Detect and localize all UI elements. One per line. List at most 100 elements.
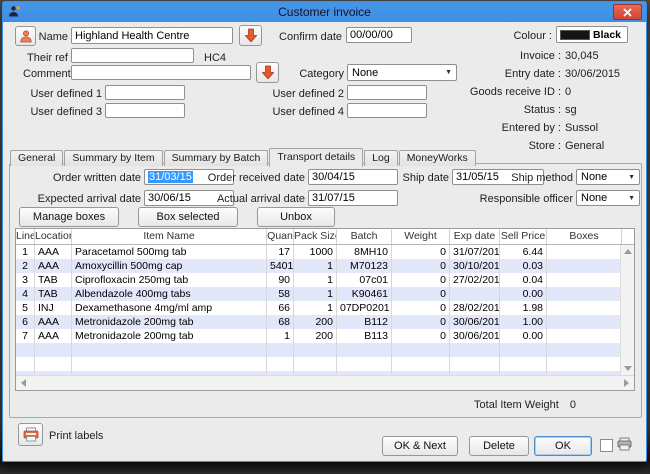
table-row[interactable]: 1AAAParacetamol 500mg tab1710008MH10031/… xyxy=(16,245,634,259)
scroll-down-icon[interactable] xyxy=(624,366,632,371)
ok-next-button[interactable]: OK & Next xyxy=(382,436,458,456)
table-cell: 30/06/2012 xyxy=(450,315,500,329)
table-cell: TAB xyxy=(35,287,72,301)
tab-general[interactable]: General xyxy=(10,150,63,166)
user-defined-2-input[interactable] xyxy=(347,85,427,100)
table-cell xyxy=(392,343,450,357)
column-header-line[interactable]: Line xyxy=(16,229,35,244)
name-input[interactable] xyxy=(71,27,233,44)
table-row-empty[interactable] xyxy=(16,343,634,357)
table-row[interactable]: 5INJDexamethasone 4mg/ml amp66107DP02010… xyxy=(16,301,634,315)
column-header-pack-size[interactable]: Pack Size xyxy=(294,229,337,244)
vertical-scrollbar[interactable] xyxy=(620,245,634,375)
table-cell: 1.00 xyxy=(500,315,547,329)
comment-history-button[interactable] xyxy=(256,62,279,83)
table-row[interactable]: 4TABAlbendazole 400mg tabs581K9046100.00 xyxy=(16,287,634,301)
scroll-right-icon[interactable] xyxy=(624,379,629,387)
window-title: Customer invoice xyxy=(3,5,646,19)
column-header-exp-date[interactable]: Exp date xyxy=(450,229,500,244)
user-defined-3-label: User defined 3 xyxy=(27,106,102,118)
delete-button[interactable]: Delete xyxy=(469,436,529,456)
ship-method-select[interactable]: None ▼ xyxy=(576,169,640,185)
category-label: Category xyxy=(284,68,344,80)
table-cell: 54011 xyxy=(267,259,294,273)
column-header-quan[interactable]: Quan xyxy=(267,229,294,244)
manage-boxes-button[interactable]: Manage boxes xyxy=(19,207,119,227)
expected-arrival-date-label: Expected arrival date xyxy=(27,193,141,205)
table-cell: 6 xyxy=(16,315,35,329)
total-item-weight-label: Total Item Weight xyxy=(474,399,559,411)
table-cell: Ciprofloxacin 250mg tab xyxy=(72,273,267,287)
column-header-sell-price[interactable]: Sell Price xyxy=(500,229,547,244)
table-cell: 1 xyxy=(16,245,35,259)
column-header-batch[interactable]: Batch xyxy=(337,229,392,244)
table-cell: 1 xyxy=(294,301,337,315)
horizontal-scrollbar[interactable] xyxy=(16,375,634,390)
entry-date-value: 30/06/2015 xyxy=(565,68,620,80)
table-cell: TAB xyxy=(35,273,72,287)
responsible-officer-select[interactable]: None ▼ xyxy=(576,190,640,206)
confirm-date-input[interactable] xyxy=(346,27,412,43)
scroll-up-icon[interactable] xyxy=(624,249,632,254)
printer-icon xyxy=(23,427,39,442)
user-defined-4-input[interactable] xyxy=(347,103,427,118)
table-cell xyxy=(16,357,35,371)
order-written-date-label: Order written date xyxy=(29,172,141,184)
titlebar[interactable]: Customer invoice xyxy=(3,2,646,22)
table-cell xyxy=(547,315,622,329)
selected-text: 31/03/15 xyxy=(148,171,193,183)
table-cell: AAA xyxy=(35,315,72,329)
status-row: Status :sg xyxy=(401,104,631,116)
user-defined-3-input[interactable] xyxy=(105,103,185,118)
column-header-weight[interactable]: Weight xyxy=(392,229,450,244)
colour-label: Colour : xyxy=(472,30,552,42)
tab-transport-details[interactable]: Transport details xyxy=(269,148,363,167)
comment-input[interactable] xyxy=(71,65,251,80)
table-cell: Metronidazole 200mg tab xyxy=(72,329,267,343)
print-checkbox[interactable] xyxy=(600,439,613,452)
table-cell: 4 xyxy=(16,287,35,301)
table-row[interactable]: 6AAAMetronidazole 200mg tab68200B112030/… xyxy=(16,315,634,329)
ok-button[interactable]: OK xyxy=(534,436,592,456)
tab-moneyworks[interactable]: MoneyWorks xyxy=(399,150,476,166)
table-cell xyxy=(35,357,72,371)
column-header-location[interactable]: Location xyxy=(35,229,72,244)
colour-picker[interactable]: Black xyxy=(556,26,628,43)
table-row[interactable]: 7AAAMetronidazole 200mg tab1200B113030/0… xyxy=(16,329,634,343)
category-select[interactable]: None ▼ xyxy=(347,64,457,81)
column-header-item-name[interactable]: Item Name xyxy=(72,229,267,244)
table-cell: M70123 xyxy=(337,259,392,273)
their-ref-code: HC4 xyxy=(204,52,226,64)
print-labels-button[interactable] xyxy=(18,423,43,446)
user-defined-1-input[interactable] xyxy=(105,85,185,100)
table-cell xyxy=(500,357,547,371)
table-cell: 0 xyxy=(392,287,450,301)
table-row[interactable]: 3TABCiprofloxacin 250mg tab90107c01027/0… xyxy=(16,273,634,287)
tab-log[interactable]: Log xyxy=(364,150,398,166)
invoice-label: Invoice : xyxy=(401,50,561,62)
close-button[interactable] xyxy=(613,4,642,20)
order-received-date-label: Order received date xyxy=(193,172,305,184)
table-cell: AAA xyxy=(35,259,72,273)
name-label: Name xyxy=(23,31,68,43)
table-cell xyxy=(547,245,622,259)
tab-summary-by-batch[interactable]: Summary by Batch xyxy=(164,150,269,166)
column-header-boxes[interactable]: Boxes xyxy=(547,229,622,244)
table-row-empty[interactable] xyxy=(16,357,634,371)
table-cell: 8MH10 xyxy=(337,245,392,259)
tab-summary-by-item[interactable]: Summary by Item xyxy=(64,150,162,166)
name-history-button[interactable] xyxy=(239,25,262,46)
table-cell: 2 xyxy=(16,259,35,273)
scroll-left-icon[interactable] xyxy=(21,379,26,387)
box-selected-button[interactable]: Box selected xyxy=(138,207,238,227)
table-cell: 0 xyxy=(392,301,450,315)
print-indicator-icon[interactable] xyxy=(617,437,632,456)
table-row[interactable]: 2AAAAmoxycillin 500mg cap540111M70123030… xyxy=(16,259,634,273)
table-cell: 31/07/2012 xyxy=(450,245,500,259)
table-cell: 0.00 xyxy=(500,287,547,301)
table-cell: 0 xyxy=(392,315,450,329)
ship-method-label: Ship method xyxy=(483,172,573,184)
actual-arrival-date-input[interactable] xyxy=(308,190,398,206)
unbox-button[interactable]: Unbox xyxy=(257,207,335,227)
their-ref-input[interactable] xyxy=(71,48,194,63)
